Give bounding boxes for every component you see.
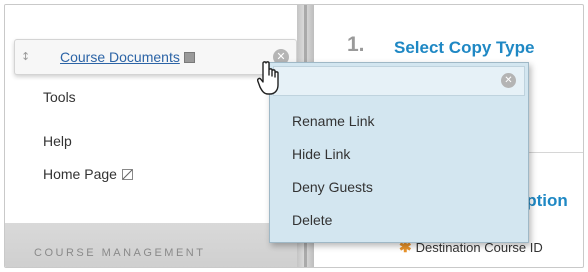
menu-item-label: Tools [43, 89, 76, 105]
course-documents-link[interactable]: Course Documents [60, 49, 195, 65]
menu-item-rename-link[interactable]: Rename Link [292, 113, 375, 129]
square-icon [183, 52, 195, 63]
context-menu: ✕ Rename Link Hide Link Deny Guests Dele… [269, 62, 529, 243]
course-management-label: COURSE MANAGEMENT [34, 247, 206, 259]
step-number: 1. [347, 33, 365, 56]
menu-item-label: Help [43, 133, 72, 149]
context-menu-header: ✕ [273, 66, 525, 96]
step-title: Select Copy Type [394, 38, 535, 57]
menu-item-home-page[interactable]: Home Page [43, 166, 133, 182]
menu-item-deny-guests[interactable]: Deny Guests [292, 179, 373, 195]
edit-icon[interactable] [121, 169, 133, 180]
menu-item-tools[interactable]: Tools [43, 89, 76, 105]
menu-item-help[interactable]: Help [43, 133, 72, 149]
course-menu: ↕ Course Documents ✕ Tools Help Home Pag… [5, 5, 297, 267]
course-management-header: COURSE MANAGEMENT [5, 223, 297, 267]
drag-handle-icon[interactable]: ↕ [21, 49, 30, 65]
menu-item-delete[interactable]: Delete [292, 212, 332, 228]
menu-item-course-documents[interactable]: ↕ Course Documents ✕ [14, 39, 297, 75]
course-documents-label[interactable]: Course Documents [60, 49, 180, 65]
screenshot-frame: ↕ Course Documents ✕ Tools Help Home Pag… [4, 4, 584, 268]
hand-pointer-icon [257, 61, 279, 95]
menu-item-label: Home Page [43, 166, 117, 182]
menu-item-hide-link[interactable]: Hide Link [292, 146, 350, 162]
close-icon[interactable]: ✕ [501, 73, 516, 88]
